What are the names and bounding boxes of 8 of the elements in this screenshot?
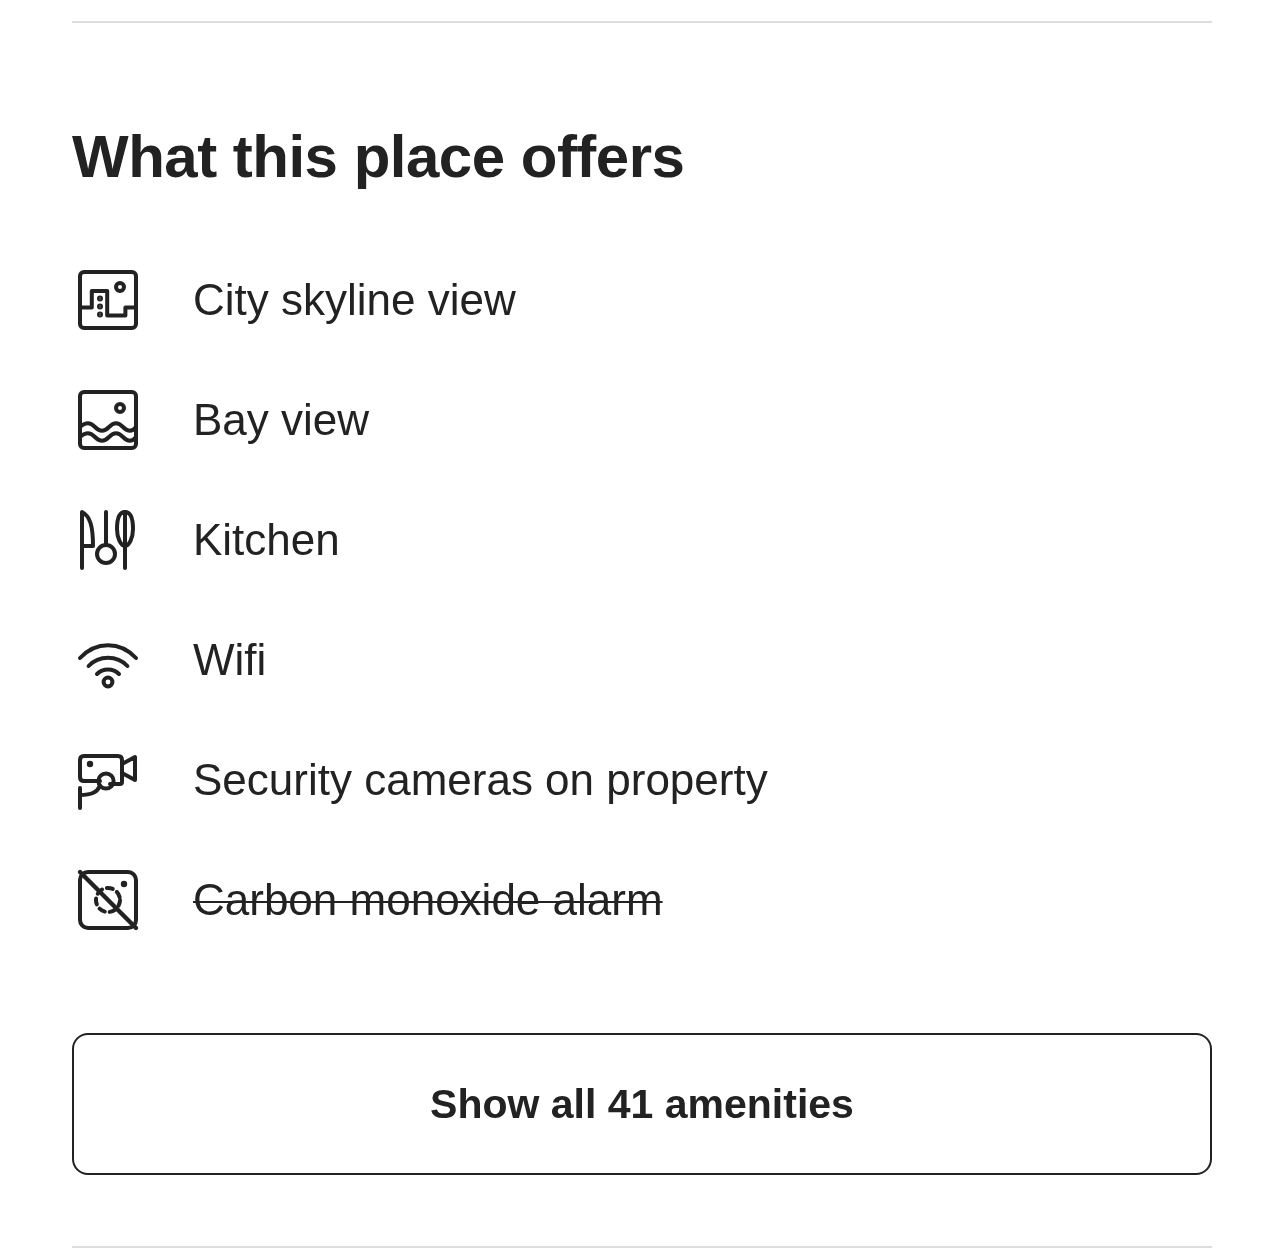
amenity-label: City skyline view bbox=[193, 274, 516, 326]
amenity-label: Kitchen bbox=[193, 514, 340, 566]
show-all-amenities-button[interactable]: Show all 41 amenities bbox=[72, 1033, 1212, 1175]
amenity-label: Security cameras on property bbox=[193, 754, 768, 806]
section-heading: What this place offers bbox=[72, 122, 686, 192]
amenity-label: Carbon monoxide alarm bbox=[193, 874, 663, 926]
amenity-label: Bay view bbox=[193, 394, 370, 446]
amenity-label: Wifi bbox=[193, 634, 267, 686]
